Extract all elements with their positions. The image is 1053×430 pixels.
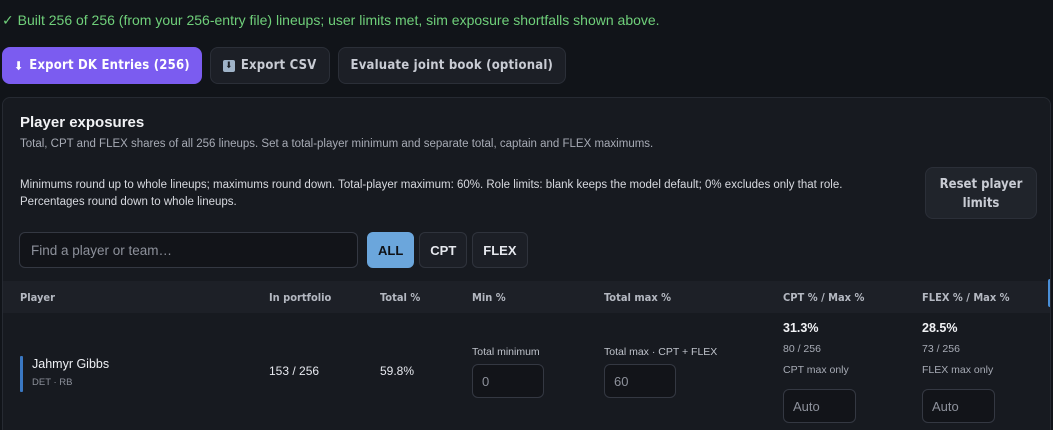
reset-button-line-1: Reset player — [939, 177, 1023, 192]
cpt-max-input[interactable] — [783, 389, 856, 423]
export-csv-button[interactable]: ⬇ Export CSV — [209, 47, 330, 84]
filter-flex[interactable]: FLEX — [472, 232, 528, 268]
column-player[interactable]: Player — [20, 291, 55, 304]
player-search-input[interactable] — [19, 232, 358, 268]
table-row: Jahmyr Gibbs DET · RB 153 / 256 59.8% To… — [3, 313, 1050, 430]
in-portfolio-value: 153 / 256 — [269, 364, 320, 378]
column-flex-pct[interactable]: FLEX % / Max % — [922, 291, 1010, 304]
total-pct-value: 59.8% — [380, 364, 415, 378]
column-total-pct[interactable]: Total % — [380, 291, 420, 304]
table-header: Player In portfolio Total % Min % Total … — [3, 281, 1050, 313]
export-dk-entries-label: Export DK Entries (256) — [29, 58, 190, 73]
total-max-input[interactable] — [604, 364, 676, 398]
filter-all[interactable]: ALL — [367, 232, 415, 268]
total-minimum-label: Total minimum — [472, 346, 540, 358]
reset-button-line-2: limits — [962, 196, 1000, 211]
flex-pct-value: 28.5% — [922, 321, 958, 335]
evaluate-joint-book-label: Evaluate joint book (optional) — [350, 58, 554, 73]
total-minimum-input[interactable] — [472, 364, 544, 398]
column-in-portfolio[interactable]: In portfolio — [269, 291, 331, 304]
action-bar: ⬇ Export DK Entries (256) ⬇ Export CSV E… — [2, 47, 567, 84]
evaluate-joint-book-button[interactable]: Evaluate joint book (optional) — [337, 47, 567, 84]
download-arrow-icon: ⬇ — [14, 58, 24, 73]
panel-title: Player exposures — [20, 114, 145, 131]
column-cpt-pct[interactable]: CPT % / Max % — [783, 291, 864, 304]
column-total-max-pct[interactable]: Total max % — [604, 291, 671, 304]
reset-player-limits-button[interactable]: Reset player limits — [925, 167, 1037, 219]
panel-note: Minimums round up to whole lineups; maxi… — [20, 177, 920, 211]
filter-cpt[interactable]: CPT — [419, 232, 468, 268]
save-disk-icon: ⬇ — [222, 59, 235, 72]
player-team-position: DET · RB — [32, 377, 73, 388]
role-filter-group: ALL CPT FLEX — [367, 232, 528, 268]
flex-count-value: 73 / 256 — [922, 343, 960, 355]
panel-note-line-1: Minimums round up to whole lineups; maxi… — [20, 179, 843, 191]
cpt-max-only-label: CPT max only — [783, 364, 849, 376]
cpt-count-value: 80 / 256 — [783, 343, 821, 355]
status-message: ✓ Built 256 of 256 (from your 256-entry … — [2, 12, 660, 28]
export-dk-entries-button[interactable]: ⬇ Export DK Entries (256) — [2, 47, 202, 84]
row-accent-bar — [20, 356, 23, 392]
cpt-pct-value: 31.3% — [783, 321, 819, 335]
export-csv-label: Export CSV — [240, 58, 317, 73]
column-min-pct[interactable]: Min % — [472, 291, 506, 304]
player-exposures-panel: Player exposures Total, CPT and FLEX sha… — [2, 97, 1051, 430]
flex-max-input[interactable] — [922, 389, 995, 423]
total-max-label: Total max · CPT + FLEX — [604, 346, 718, 358]
flex-max-only-label: FLEX max only — [922, 364, 994, 376]
scrollbar-thumb[interactable] — [1048, 279, 1050, 307]
player-name: Jahmyr Gibbs — [32, 357, 110, 371]
panel-subtitle: Total, CPT and FLEX shares of all 256 li… — [20, 138, 654, 150]
panel-note-line-2: Percentages round down to whole lineups. — [20, 196, 237, 208]
